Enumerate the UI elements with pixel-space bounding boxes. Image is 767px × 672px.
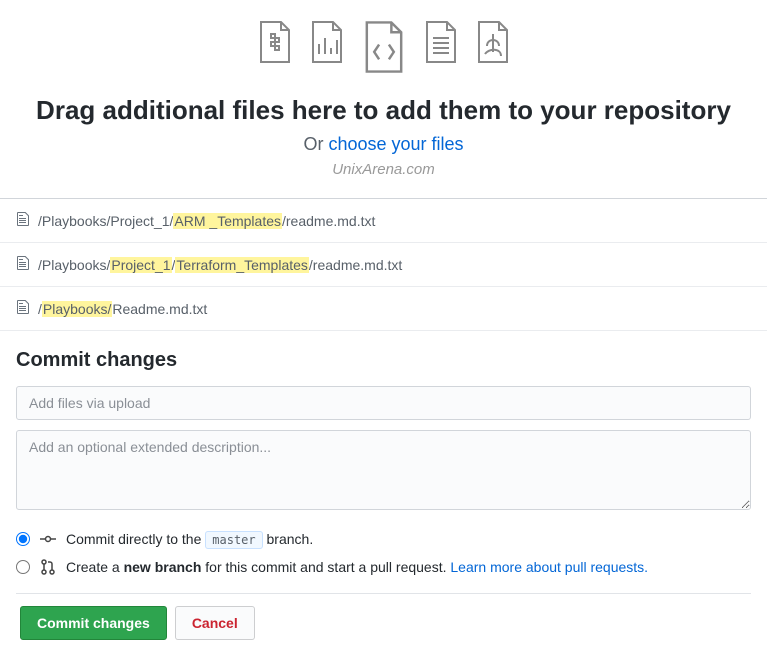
git-pull-request-icon [40,559,56,575]
uploaded-files-list: /Playbooks/Project_1/ARM _Templates/read… [0,198,767,331]
file-path: /Playbooks/Project_1/Terraform_Templates… [38,257,402,273]
choose-files-link[interactable]: choose your files [328,134,463,154]
commit-direct-radio[interactable] [16,532,30,546]
pdf-file-icon [475,20,511,79]
commit-summary-input[interactable] [16,386,751,420]
commit-direct-option[interactable]: Commit directly to the master branch. [16,525,751,553]
file-row: /Playbooks/Project_1/Terraform_Templates… [0,243,767,287]
file-row: /Playbooks/Project_1/ARM _Templates/read… [0,199,767,243]
file-path: /Playbooks/Project_1/ARM _Templates/read… [38,213,375,229]
cancel-button[interactable]: Cancel [175,606,255,640]
branch-name-pill: master [205,531,262,549]
commit-changes-button[interactable]: Commit changes [20,606,167,640]
commit-newbranch-radio[interactable] [16,560,30,574]
git-commit-icon [40,531,56,547]
commit-actions: Commit changes Cancel [16,593,751,652]
file-icon [16,255,30,274]
commit-newbranch-option[interactable]: Create a new branch for this commit and … [16,553,751,581]
file-icon [16,211,30,230]
drag-heading: Drag additional files here to add them t… [0,95,767,126]
commit-section: Commit changes Commit directly to the ma… [0,331,767,662]
or-choose-line: Or choose your files [0,134,767,155]
file-icon [16,299,30,318]
text-file-icon [423,20,459,79]
commit-description-input[interactable] [16,430,751,510]
file-path: /Playbooks/Readme.md.txt [38,301,207,317]
upload-dropzone[interactable]: Drag additional files here to add them t… [0,0,767,198]
file-row: /Playbooks/Readme.md.txt [0,287,767,331]
zip-file-icon [257,20,293,79]
learn-pull-requests-link[interactable]: Learn more about pull requests. [450,559,648,575]
code-file-icon [361,20,407,79]
chart-file-icon [309,20,345,79]
file-type-icons [0,20,767,79]
commit-heading: Commit changes [16,349,751,372]
watermark-text: UnixArena.com [0,161,767,178]
